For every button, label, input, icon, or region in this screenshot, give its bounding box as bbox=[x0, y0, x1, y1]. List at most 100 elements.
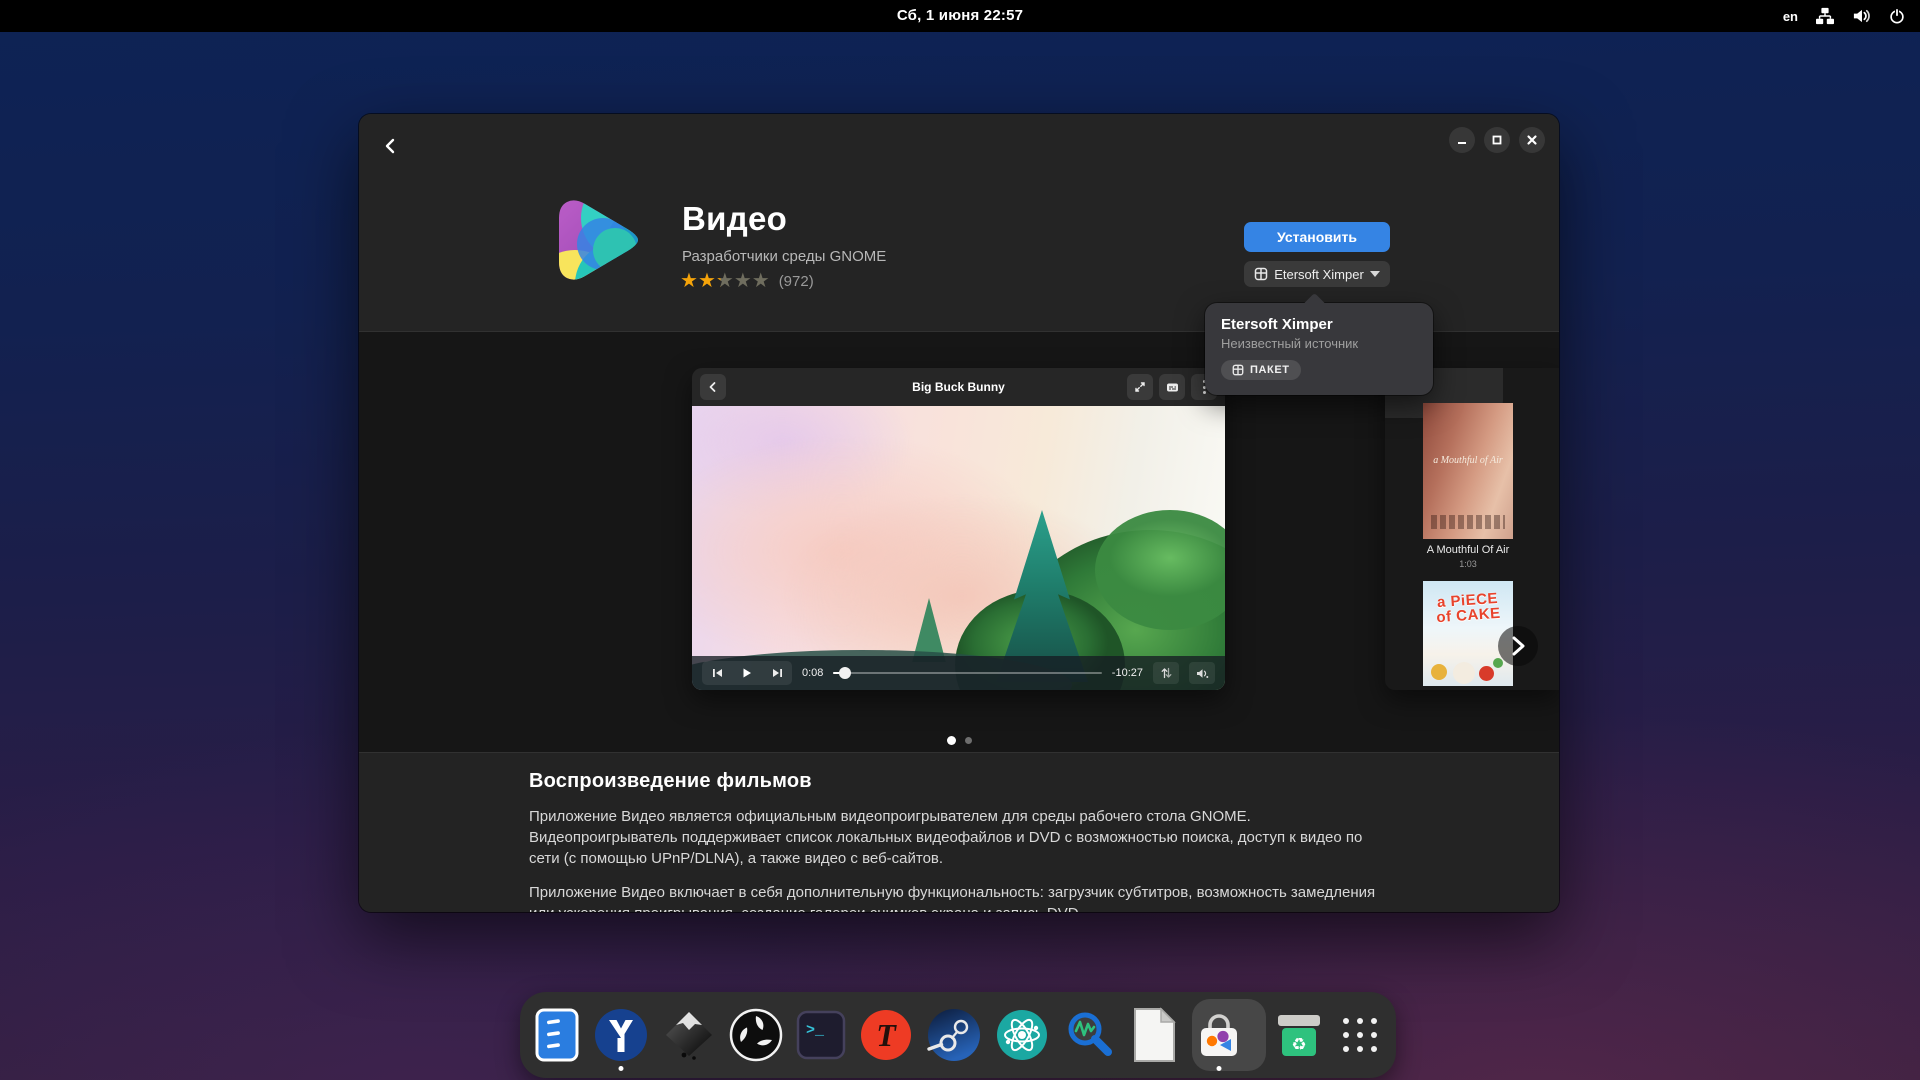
dock-item-yandex-browser[interactable] bbox=[593, 998, 649, 1072]
status-area[interactable]: en bbox=[1783, 0, 1906, 32]
dock-item-libreoffice[interactable] bbox=[1129, 998, 1179, 1072]
carousel-page-dot[interactable] bbox=[964, 737, 972, 744]
seek-handle bbox=[839, 667, 852, 679]
playback-rate-icon bbox=[1153, 662, 1179, 684]
caret-down-icon bbox=[1369, 271, 1380, 277]
yandex-browser-icon bbox=[595, 1009, 647, 1061]
chevron-right-icon bbox=[1512, 636, 1525, 656]
star-icon[interactable]: ★ bbox=[716, 270, 734, 292]
carousel-next-button[interactable] bbox=[1498, 626, 1538, 666]
clock[interactable]: Сб, 1 июня 22:57 bbox=[897, 0, 1023, 32]
popover-source-origin: Неизвестный источник bbox=[1221, 336, 1359, 351]
player-header-actions bbox=[1127, 374, 1217, 400]
keyboard-layout-indicator[interactable]: en bbox=[1783, 9, 1798, 24]
top-bar: Сб, 1 июня 22:57 en bbox=[0, 0, 1920, 32]
log-monitor-icon bbox=[1068, 1012, 1112, 1056]
svg-text:>_: >_ bbox=[806, 1022, 825, 1039]
description-paragraph-2: Приложение Видео включает в себя дополни… bbox=[529, 884, 1376, 912]
rating-stars: ★★★★★ bbox=[680, 270, 770, 292]
running-indicator bbox=[1216, 1066, 1222, 1071]
poster-overlay-text: a PiECE of CAKE bbox=[1435, 589, 1502, 627]
package-icon bbox=[1232, 364, 1244, 376]
rating-count[interactable]: (972) bbox=[779, 273, 814, 290]
atom-science-app-icon bbox=[997, 1010, 1047, 1060]
dock-item-atom-app[interactable] bbox=[995, 998, 1049, 1072]
popover-arrow bbox=[1303, 292, 1326, 315]
poster-caption: A Mouthful Of Air bbox=[1426, 544, 1510, 556]
volume-button bbox=[1189, 662, 1215, 684]
player-controls: 0:08 -10:27 bbox=[692, 656, 1225, 690]
rating-row: ★★★★★ (972) bbox=[680, 270, 814, 292]
star-icon[interactable]: ★ bbox=[734, 270, 752, 292]
videos-app-icon bbox=[545, 188, 649, 292]
close-button[interactable] bbox=[1519, 127, 1545, 153]
power-icon[interactable] bbox=[1888, 7, 1906, 25]
description-section: Воспроизведение фильмов Приложение Видео… bbox=[359, 752, 1559, 912]
inkscape-icon bbox=[666, 1012, 712, 1060]
volume-icon[interactable] bbox=[1852, 7, 1871, 25]
star-icon[interactable]: ★ bbox=[680, 270, 698, 292]
minimize-button[interactable] bbox=[1449, 127, 1475, 153]
network-wired-icon[interactable] bbox=[1815, 7, 1835, 25]
player-headerbar: Big Buck Bunny bbox=[692, 368, 1225, 406]
dock-item-log-monitor[interactable] bbox=[1062, 998, 1116, 1072]
source-popover: Etersoft Ximper Неизвестный источник ПАК… bbox=[1205, 292, 1433, 395]
app-hero-section: Видео Разработчики среды GNOME ★★★★★ (97… bbox=[359, 114, 1559, 395]
description-paragraph-1: Приложение Видео является официальным ви… bbox=[529, 808, 1363, 867]
video-scene bbox=[692, 406, 1225, 690]
libreoffice-document-icon bbox=[1134, 1007, 1176, 1062]
app-grid-icon bbox=[1343, 1018, 1377, 1052]
previous-button bbox=[702, 661, 732, 685]
description-heading: Воспроизведение фильмов bbox=[529, 770, 812, 792]
screenshot-player[interactable]: Big Buck Bunny 0:08 -10:27 bbox=[692, 368, 1225, 690]
carousel-page-dot[interactable] bbox=[946, 736, 956, 745]
source-button[interactable]: Etersoft Ximper bbox=[1244, 261, 1390, 287]
terminal-icon: >_ bbox=[796, 1010, 846, 1060]
chevron-left-icon bbox=[385, 138, 395, 154]
subtitles-icon bbox=[1159, 374, 1185, 400]
dock-item-obs-studio[interactable] bbox=[729, 998, 783, 1072]
play-button bbox=[732, 661, 762, 685]
dock-item-gnome-software[interactable] bbox=[1192, 998, 1266, 1072]
dock-item-inkscape[interactable] bbox=[662, 998, 716, 1072]
trash-icon: ♻ bbox=[1278, 1015, 1320, 1056]
dock-item-steam[interactable] bbox=[926, 998, 982, 1072]
maximize-button[interactable] bbox=[1484, 127, 1510, 153]
dock-item-app-grid[interactable] bbox=[1338, 998, 1382, 1072]
svg-text:♻: ♻ bbox=[1291, 1035, 1306, 1054]
star-icon[interactable]: ★ bbox=[752, 270, 770, 292]
fullscreen-icon bbox=[1127, 374, 1153, 400]
carousel-dots[interactable] bbox=[359, 736, 1559, 745]
poster-overlay-text: a Mouthful of Air bbox=[1433, 455, 1503, 466]
popover-source-name: Etersoft Ximper bbox=[1221, 316, 1333, 333]
red-t-app-icon: T bbox=[861, 1010, 911, 1060]
steam-icon bbox=[927, 1009, 980, 1061]
movie-poster-cake: a PiECE of CAKE bbox=[1423, 581, 1513, 686]
seek-bar bbox=[833, 666, 1102, 680]
package-badge-label: ПАКЕТ bbox=[1250, 364, 1290, 376]
desktop: Сб, 1 июня 22:57 en Видео Разработчики с… bbox=[0, 0, 1920, 1080]
dock-item-terminal[interactable]: >_ bbox=[796, 998, 846, 1072]
dock-item-trash[interactable]: ♻ bbox=[1273, 998, 1325, 1072]
install-button[interactable]: Установить bbox=[1244, 222, 1390, 252]
star-icon[interactable]: ★ bbox=[698, 270, 716, 292]
dock: >_ T ♻ bbox=[520, 992, 1396, 1078]
time-elapsed: 0:08 bbox=[802, 667, 824, 679]
poster-duration: 1:03 bbox=[1459, 559, 1477, 569]
package-icon bbox=[1254, 267, 1268, 281]
window-controls bbox=[1449, 127, 1545, 153]
time-remaining: -10:27 bbox=[1111, 667, 1143, 679]
dock-item-blue-notes-app[interactable] bbox=[534, 998, 580, 1072]
app-title: Видео bbox=[682, 200, 788, 237]
movie-poster-mouthful: a Mouthful of Air bbox=[1423, 403, 1513, 539]
app-developer: Разработчики среды GNOME bbox=[682, 248, 887, 265]
dock-item-red-t-app[interactable]: T bbox=[859, 998, 913, 1072]
back-button[interactable] bbox=[375, 130, 407, 162]
gnome-software-window: Видео Разработчики среды GNOME ★★★★★ (97… bbox=[359, 114, 1559, 912]
running-indicator bbox=[618, 1066, 624, 1071]
blue-notes-app-icon bbox=[535, 1008, 579, 1062]
package-badge: ПАКЕТ bbox=[1221, 360, 1301, 380]
gnome-software-icon bbox=[1201, 1014, 1238, 1056]
svg-text:T: T bbox=[876, 1017, 897, 1053]
next-button bbox=[762, 661, 792, 685]
